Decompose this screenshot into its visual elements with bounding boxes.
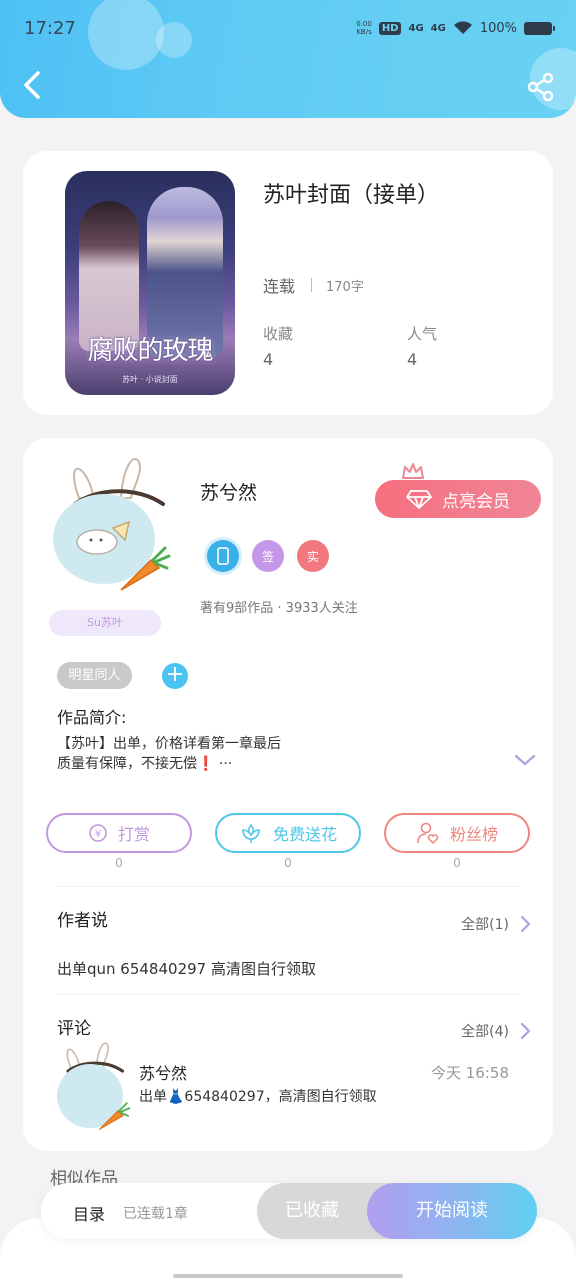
toc-button[interactable]: 目录 — [73, 1201, 105, 1225]
verified-badge: 实 — [297, 540, 329, 572]
signal-icon: 4G — [430, 22, 446, 34]
cover-subtitle: 苏叶 · 小说封面 — [122, 375, 178, 384]
serial-status: 连载 — [263, 277, 296, 296]
user-heart-icon — [417, 822, 439, 845]
author-said-heading: 作者说 — [57, 911, 108, 931]
comments-all-link[interactable]: 全部(4) — [461, 1021, 531, 1041]
chevron-right-icon — [520, 915, 531, 933]
divider — [57, 886, 519, 887]
author-said-text: 出单qun 654840297 高清图自行领取 — [57, 960, 316, 978]
chevron-right-icon — [520, 1022, 531, 1040]
divider — [311, 278, 313, 292]
share-icon[interactable] — [526, 72, 556, 102]
vip-button-label: 点亮会员 — [442, 491, 510, 512]
author-name[interactable]: 苏兮然 — [200, 478, 257, 505]
home-indicator — [173, 1274, 403, 1278]
flower-icon — [242, 824, 260, 843]
diamond-icon — [406, 490, 432, 509]
tip-button[interactable]: ¥ 打赏 — [46, 813, 192, 853]
battery-icon — [524, 21, 555, 35]
chapter-count: 已连载1章 — [123, 1206, 188, 1222]
sign-badge: 签 — [252, 540, 284, 572]
popularity-stat: 人气 4 — [407, 325, 438, 369]
vip-button[interactable]: 点亮会员 — [375, 480, 541, 518]
author-badges: 签 实 — [207, 540, 329, 572]
book-info-card: 腐败的玫瑰 苏叶 · 小说封面 苏叶封面（接单） 连载 170字 收藏 4 人气… — [23, 151, 553, 415]
free-flower-button[interactable]: 免费送花 — [215, 813, 361, 853]
author-said-all-link[interactable]: 全部(1) — [461, 914, 531, 934]
flower-count: 0 — [284, 856, 292, 870]
book-cover[interactable]: 腐败的玫瑰 苏叶 · 小说封面 — [65, 171, 235, 395]
status-bar: 17:27 0.00 KB/s HD 4G 4G 100% — [24, 14, 555, 42]
intro-text: 【苏叶】出单，价格详看第一章最后 质量有保障，不接无偿❗ ··· — [57, 736, 281, 772]
carrot-icon — [120, 546, 171, 591]
wifi-icon — [453, 21, 472, 34]
divider — [57, 994, 519, 995]
fan-count: 0 — [453, 856, 461, 870]
top-header: 17:27 0.00 KB/s HD 4G 4G 100% — [0, 0, 576, 118]
author-card: Su苏叶 苏兮然 点亮会员 签 实 著有9部作品 · 3933人关注 明星同人 … — [23, 438, 553, 1151]
coin-icon: ¥ — [89, 824, 107, 842]
bottom-action-bar: 目录 已连载1章 已收藏 开始阅读 — [41, 1183, 537, 1239]
status-time: 17:27 — [24, 17, 76, 39]
author-works-info: 著有9部作品 · 3933人关注 — [200, 601, 358, 616]
genre-tag[interactable]: 明星同人 — [57, 662, 132, 689]
status-icons: 0.00 KB/s HD 4G 4G 100% — [356, 20, 555, 36]
back-arrow-icon[interactable] — [18, 68, 48, 102]
cover-figure — [79, 201, 139, 351]
cover-title: 腐败的玫瑰 — [87, 336, 213, 366]
network-speed: 0.00 KB/s — [356, 20, 372, 36]
fan-rank-button[interactable]: 粉丝榜 — [384, 813, 530, 853]
battery-percent: 100% — [479, 20, 517, 36]
carrot-icon — [98, 1102, 131, 1130]
phone-badge-icon — [207, 540, 239, 572]
word-count: 170字 — [326, 279, 364, 295]
crown-icon — [402, 463, 424, 479]
author-tag-name: Su苏叶 — [49, 610, 161, 636]
svg-text:¥: ¥ — [95, 829, 101, 840]
comment-text: 出单👗654840297，高清图自行领取 — [139, 1089, 377, 1105]
book-title: 苏叶封面（接单） — [263, 183, 440, 208]
commenter-name: 苏兮然 — [139, 1064, 188, 1083]
favorites-stat: 收藏 4 — [263, 325, 294, 369]
add-tag-button[interactable]: + — [162, 663, 188, 689]
book-serial-info: 连载 170字 — [263, 273, 364, 297]
hd-icon: HD — [378, 21, 402, 35]
comment-time: 今天 16:58 — [431, 1064, 509, 1082]
tip-count: 0 — [115, 856, 123, 870]
chevron-down-icon[interactable] — [513, 752, 537, 768]
start-reading-button[interactable]: 开始阅读 — [367, 1183, 537, 1239]
intro-heading: 作品简介: — [57, 708, 127, 727]
signal-icon: 4G — [408, 22, 424, 34]
